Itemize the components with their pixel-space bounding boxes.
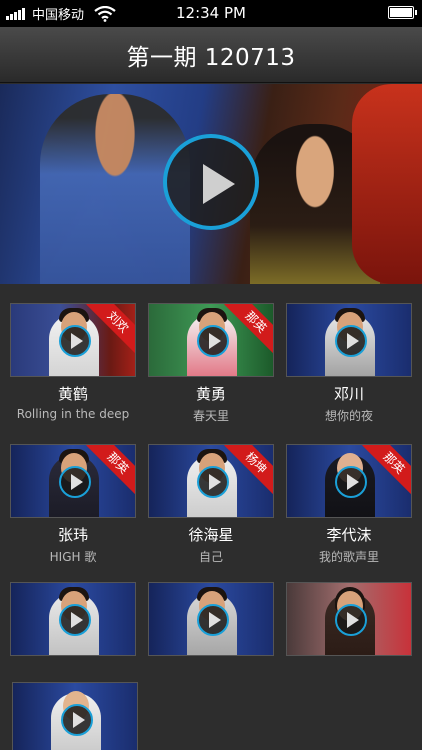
song-title: 想你的夜 [324, 409, 373, 423]
page-title: 第一期 120713 [126, 44, 296, 71]
play-icon[interactable] [59, 325, 91, 357]
video-card[interactable]: 杨坤 徐海星 自己 [148, 444, 274, 565]
play-icon[interactable] [59, 604, 91, 636]
nav-header: 第一期 120713 [0, 27, 422, 83]
singer-name: 黄勇 [195, 385, 226, 403]
video-thumbnail[interactable]: 杨坤 [148, 444, 274, 518]
play-icon[interactable] [197, 325, 229, 357]
song-title: 自己 [198, 550, 223, 564]
video-card[interactable] [286, 582, 412, 656]
video-thumbnail[interactable] [148, 582, 274, 656]
video-thumbnail[interactable] [286, 582, 412, 656]
song-title: HIGH 歌 [49, 550, 97, 564]
singer-name: 李代沫 [326, 526, 372, 544]
video-thumbnail[interactable]: 那英 [148, 303, 274, 377]
play-icon[interactable] [59, 466, 91, 498]
video-thumbnail[interactable]: 那英 [10, 444, 136, 518]
video-card[interactable]: 那英 黄勇 春天里 [148, 303, 274, 424]
song-title: 春天里 [192, 409, 229, 423]
play-icon[interactable] [197, 604, 229, 636]
song-title: 我的歌声里 [318, 550, 379, 564]
video-card[interactable]: 邓川 想你的夜 [286, 303, 412, 424]
battery-icon [388, 6, 417, 19]
hero-play-icon[interactable] [163, 134, 259, 230]
singer-name: 邓川 [333, 385, 364, 403]
video-thumbnail[interactable] [286, 303, 412, 377]
hero-chair [352, 84, 422, 284]
video-thumbnail[interactable]: 那英 [286, 444, 412, 518]
video-thumbnail[interactable] [10, 582, 136, 656]
song-title: Rolling in the deep [16, 407, 130, 421]
singer-name: 徐海星 [188, 526, 234, 544]
video-card[interactable] [12, 682, 138, 750]
play-icon[interactable] [335, 604, 367, 636]
play-icon[interactable] [335, 325, 367, 357]
play-icon[interactable] [335, 466, 367, 498]
video-thumbnail[interactable] [12, 682, 138, 750]
video-card[interactable] [148, 582, 274, 656]
video-card[interactable] [10, 582, 136, 656]
singer-name: 黄鹤 [57, 385, 88, 403]
video-card[interactable]: 那英 张玮 HIGH 歌 [10, 444, 136, 565]
play-icon[interactable] [197, 466, 229, 498]
status-bar: 中国移动 12:34 PM [0, 0, 422, 27]
singer-name: 张玮 [57, 526, 88, 544]
video-thumbnail[interactable]: 刘欢 [10, 303, 136, 377]
video-card[interactable]: 刘欢 黄鹤 Rolling in the deep [10, 303, 136, 421]
video-card[interactable]: 那英 李代沫 我的歌声里 [286, 444, 412, 565]
status-time: 12:34 PM [176, 4, 246, 22]
play-icon[interactable] [61, 704, 93, 736]
